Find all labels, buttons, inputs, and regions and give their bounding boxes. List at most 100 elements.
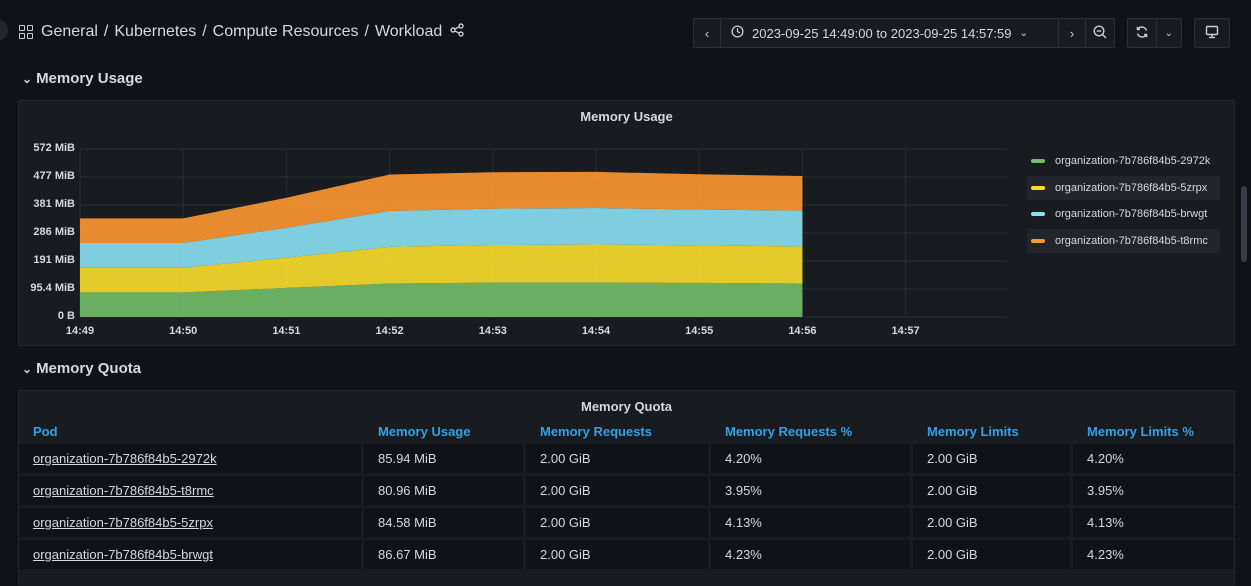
chevron-down-icon: ⌄ <box>22 361 33 376</box>
zoom-out-button[interactable] <box>1085 18 1115 48</box>
time-range-label: 2023-09-25 14:49:00 to 2023-09-25 14:57:… <box>752 25 1012 41</box>
y-axis-tick-label: 572 MiB <box>33 142 75 154</box>
row-header-memory-quota[interactable]: ⌄ Memory Quota <box>22 360 141 377</box>
legend-label: organization-7b786f84b5-t8rmc <box>1055 234 1208 247</box>
legend-label: organization-7b786f84b5-brwgt <box>1055 208 1208 220</box>
breadcrumb-item-kubernetes: Kubernetes <box>114 23 197 40</box>
memory-limits-cell: 2.00 GiB <box>910 537 1072 569</box>
pod-link[interactable]: organization-7b786f84b5-2972k <box>33 451 217 466</box>
memory-limits-pct-cell: 4.23% <box>1070 537 1234 569</box>
memory-limits-pct-cell: 3.95% <box>1070 473 1234 507</box>
legend-swatch <box>1031 212 1045 216</box>
memory-requests-cell: 2.00 GiB <box>523 473 710 507</box>
memory-usage-cell: 80.96 MiB <box>361 473 525 507</box>
pod-link[interactable]: organization-7b786f84b5-t8rmc <box>33 483 214 498</box>
memory-usage-cell: 86.67 MiB <box>361 537 525 569</box>
x-axis-tick-label: 14:49 <box>65 325 95 337</box>
row-header-memory-usage[interactable]: ⌄ Memory Usage <box>22 70 143 87</box>
legend-item[interactable]: organization-7b786f84b5-5zrpx <box>1027 175 1221 200</box>
breadcrumb-item-compute-resources: Compute Resources <box>212 23 359 40</box>
share-icon[interactable] <box>450 22 464 42</box>
pod-link[interactable]: organization-7b786f84b5-brwgt <box>33 547 213 562</box>
memory-limits-pct-cell: 4.13% <box>1070 505 1234 539</box>
column-header-memory-limits-pct[interactable]: Memory Limits % <box>1070 421 1234 443</box>
x-axis-tick-label: 14:57 <box>891 325 920 337</box>
x-axis-tick-label: 14:54 <box>581 325 611 337</box>
memory-requests-pct-cell: 4.13% <box>708 505 912 539</box>
table-row: organization-7b786f84b5-brwgt 86.67 MiB … <box>19 537 1234 569</box>
x-axis-tick-label: 14:53 <box>478 325 507 337</box>
table-row: organization-7b786f84b5-5zrpx 84.58 MiB … <box>19 505 1234 539</box>
memory-quota-table: Pod Memory Usage Memory Requests Memory … <box>19 421 1234 569</box>
x-axis-tick-label: 14:56 <box>788 325 817 337</box>
table-row: organization-7b786f84b5-2972k 85.94 MiB … <box>19 441 1234 475</box>
breadcrumb-item-general[interactable]: General <box>41 23 98 41</box>
y-axis-tick-label: 191 MiB <box>33 254 75 266</box>
memory-requests-pct-cell: 4.23% <box>708 537 912 569</box>
column-header-memory-usage[interactable]: Memory Usage <box>361 421 525 443</box>
y-axis-tick-label: 477 MiB <box>33 170 75 182</box>
time-shift-back-button[interactable]: ‹ <box>693 18 721 48</box>
x-axis-tick-label: 14:55 <box>685 325 714 337</box>
memory-requests-cell: 2.00 GiB <box>523 441 710 475</box>
x-axis-tick-label: 14:52 <box>375 325 404 337</box>
legend-label: organization-7b786f84b5-5zrpx <box>1055 181 1208 194</box>
memory-requests-cell: 2.00 GiB <box>523 505 710 539</box>
table-header-row: Pod Memory Usage Memory Requests Memory … <box>19 421 1234 443</box>
legend-item[interactable]: organization-7b786f84b5-brwgt <box>1027 202 1220 226</box>
chart-legend: organization-7b786f84b5-2972k organizatio… <box>1027 149 1221 255</box>
clock-icon <box>731 25 744 41</box>
y-axis-tick-label: 0 B <box>57 310 75 322</box>
column-header-memory-requests[interactable]: Memory Requests <box>523 421 710 443</box>
y-axis-tick-label: 286 MiB <box>33 226 75 238</box>
memory-usage-cell: 85.94 MiB <box>361 441 525 475</box>
chevron-down-icon: ⌄ <box>1164 27 1174 39</box>
breadcrumb-item-workload: Workload <box>374 23 443 40</box>
column-header-pod[interactable]: Pod <box>19 421 363 443</box>
memory-usage-panel: Memory Usage 0 B 95.4 MiB 191 MiB 286 MiB 38… <box>18 100 1235 346</box>
legend-item[interactable]: organization-7b786f84b5-2972k <box>1027 149 1220 173</box>
refresh-button[interactable] <box>1127 18 1157 48</box>
legend-swatch <box>1031 159 1045 163</box>
memory-limits-cell: 2.00 GiB <box>910 473 1072 507</box>
y-axis-tick-label: 95.4 MiB <box>30 282 75 294</box>
memory-limits-pct-cell: 4.20% <box>1070 441 1234 475</box>
time-range-picker[interactable]: 2023-09-25 14:49:00 to 2023-09-25 14:57:… <box>720 18 1059 48</box>
tv-mode-button[interactable] <box>1194 18 1230 48</box>
column-header-memory-requests-pct[interactable]: Memory Requests % <box>708 421 912 443</box>
breadcrumb-separator: / <box>364 23 369 40</box>
monitor-icon <box>1205 25 1219 42</box>
memory-limits-cell: 2.00 GiB <box>910 441 1072 475</box>
refresh-interval-dropdown[interactable]: ⌄ <box>1156 18 1182 48</box>
breadcrumb: General / Kubernetes / Compute Resources… <box>19 20 464 44</box>
memory-requests-pct-cell: 4.20% <box>708 441 912 475</box>
legend-swatch <box>1031 185 1045 190</box>
table-row: organization-7b786f84b5-t8rmc 80.96 MiB … <box>19 473 1234 507</box>
memory-limits-cell: 2.00 GiB <box>910 505 1072 539</box>
memory-quota-panel: Memory Quota Pod Memory Usage Memory Req… <box>18 390 1235 586</box>
dashboards-grid-icon <box>19 25 33 39</box>
memory-requests-cell: 2.00 GiB <box>523 537 710 569</box>
x-axis-tick-label: 14:51 <box>272 325 301 337</box>
legend-item[interactable]: organization-7b786f84b5-t8rmc <box>1027 228 1221 253</box>
breadcrumb-separator: / <box>103 23 109 40</box>
x-axis-tick-label: 14:50 <box>169 325 198 337</box>
legend-swatch <box>1031 238 1045 243</box>
row-title: Memory Quota <box>36 360 142 377</box>
time-shift-forward-button[interactable]: › <box>1058 18 1086 48</box>
refresh-icon <box>1135 25 1149 42</box>
panel-title[interactable]: Memory Quota <box>19 399 1234 414</box>
row-title: Memory Usage <box>36 70 143 87</box>
pod-link[interactable]: organization-7b786f84b5-5zrpx <box>33 515 213 530</box>
chevron-left-icon: ‹ <box>704 25 710 41</box>
memory-usage-cell: 84.58 MiB <box>361 505 525 539</box>
top-navbar: General / Kubernetes / Compute Resources… <box>0 0 1251 62</box>
chevron-down-icon: ⌄ <box>22 71 33 86</box>
breadcrumb-separator: / <box>202 23 207 40</box>
sidebar-toggle-handle[interactable] <box>0 19 8 41</box>
zoom-out-icon <box>1093 24 1107 42</box>
column-header-memory-limits[interactable]: Memory Limits <box>910 421 1072 443</box>
y-axis-tick-label: 381 MiB <box>33 198 75 210</box>
chevron-right-icon: › <box>1069 25 1075 41</box>
page-scrollbar[interactable] <box>1241 186 1247 262</box>
